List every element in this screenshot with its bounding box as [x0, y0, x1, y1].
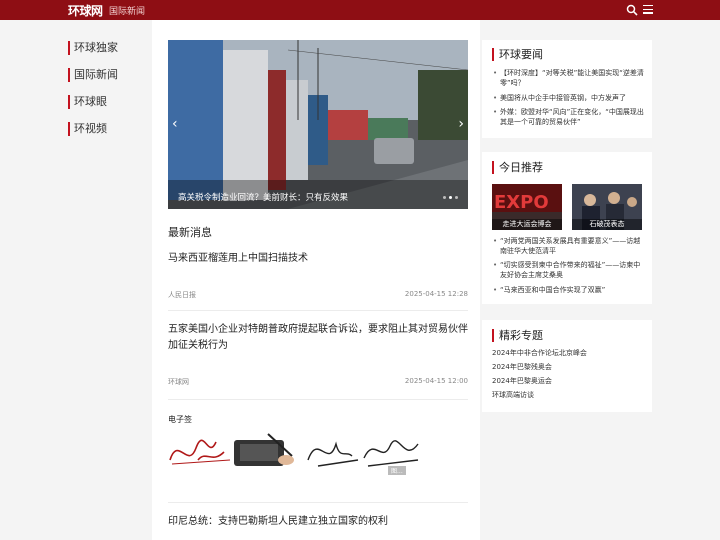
news-date: 2025-04-15 12:00 — [404, 377, 468, 385]
news-item[interactable]: 马来西亚榴莲用上中国扫描技术 — [168, 251, 468, 267]
recommend-card: 今日推荐 EXPO 走进大运会博会 石破茂表态 “对两党两国关系发展具有重要意义… — [482, 152, 652, 304]
news-title[interactable]: 五家美国小企业对特朗普政府提起联合诉讼，要求阻止其对贸易伙伴加征关税行为 — [168, 322, 468, 354]
news-title[interactable]: 马来西亚榴莲用上中国扫描技术 — [168, 251, 468, 267]
nav-item-exclusive[interactable]: 环球独家 — [68, 41, 118, 55]
hot-news-title: 环球要闻 — [492, 48, 543, 61]
thumb-caption[interactable]: 石破茂表态 — [572, 219, 642, 230]
hot-news-item[interactable]: 外媒：欧盟对华“风向”正在变化，“中国展现出其是一个可靠的贸易伙伴” — [492, 107, 644, 127]
news-source: 环球网 — [168, 378, 189, 386]
headline-slider[interactable]: ‹ › 高关税令制造业回流？美前财长：只有反效果 — [168, 40, 468, 209]
nav-item-global-eye[interactable]: 环球眼 — [68, 95, 107, 109]
recommend-item[interactable]: “对两党两国关系发展具有重要意义”——访越南驻华大使范清平 — [492, 236, 644, 256]
special-topic-item[interactable]: 环球高端访谈 — [492, 390, 534, 400]
slider-dot[interactable] — [443, 196, 446, 199]
nav-item-video[interactable]: 环视频 — [68, 122, 107, 136]
svg-text:EXPO: EXPO — [494, 192, 549, 213]
hot-news-card: 环球要闻 【环时深度】“对等关税”能让美国实现“逆差清零”吗？ 美国将从中企手中… — [482, 40, 652, 138]
news-date: 2025-04-15 12:28 — [404, 290, 468, 298]
site-logo[interactable]: 环球网 — [68, 2, 103, 19]
special-topic-item[interactable]: 2024年巴黎奥运会 — [492, 376, 552, 386]
slide-photo — [168, 40, 468, 209]
search-icon[interactable] — [626, 4, 638, 16]
top-bar: 环球网 国际新闻 — [0, 0, 720, 20]
divider — [168, 502, 468, 503]
slider-dots[interactable] — [443, 196, 458, 199]
esig-images[interactable] — [168, 430, 420, 474]
special-topics-title: 精彩专题 — [492, 329, 543, 342]
slider-next-icon[interactable]: › — [458, 116, 464, 132]
section-label[interactable]: 国际新闻 — [109, 4, 145, 17]
slider-prev-icon[interactable]: ‹ — [172, 116, 178, 132]
recommend-thumb[interactable]: 石破茂表态 — [572, 184, 642, 230]
special-topic-item[interactable]: 2024年巴黎残奥会 — [492, 362, 552, 372]
news-meta: 人民日报 2025-04-15 12:28 — [168, 290, 468, 300]
menu-icon[interactable] — [643, 5, 653, 15]
recommend-thumb[interactable]: EXPO 走进大运会博会 — [492, 184, 562, 230]
main-column: ‹ › 高关税令制造业回流？美前财长：只有反效果 最新消息 马来西亚榴莲用上中国… — [152, 20, 480, 540]
thumb-caption[interactable]: 走进大运会博会 — [492, 219, 562, 230]
recommend-item[interactable]: “马来西亚和中国合作实现了双赢” — [492, 285, 644, 295]
latest-news-heading: 最新消息 — [168, 226, 212, 239]
special-topics-card: 精彩专题 2024年中非合作论坛北京峰会 2024年巴黎残奥会 2024年巴黎奥… — [482, 320, 652, 412]
left-nav: 环球独家 国际新闻 环球眼 环视频 — [0, 20, 152, 540]
divider — [168, 399, 468, 400]
recommend-item[interactable]: “切实感受到柬中合作带来的福祉”——访柬中友好协会主席艾桑奥 — [492, 260, 644, 280]
slider-dot[interactable] — [455, 196, 458, 199]
nav-item-world-news[interactable]: 国际新闻 — [68, 68, 118, 82]
news-meta: 环球网 2025-04-15 12:00 — [168, 377, 468, 387]
slide-caption[interactable]: 高关税令制造业回流？美前财长：只有反效果 — [178, 191, 348, 203]
hot-news-item[interactable]: 美国将从中企手中接管英钢，中方发声了 — [492, 93, 644, 103]
news-item[interactable]: 五家美国小企业对特朗普政府提起联合诉讼，要求阻止其对贸易伙伴加征关税行为 — [168, 322, 468, 354]
news-title[interactable]: 印尼总统：支持巴勒斯坦人民建立独立国家的权利 — [168, 514, 468, 530]
news-source: 人民日报 — [168, 291, 196, 299]
hot-news-item[interactable]: 【环时深度】“对等关税”能让美国实现“逆差清零”吗？ — [492, 68, 644, 88]
recommend-title: 今日推荐 — [492, 161, 543, 174]
special-topic-item[interactable]: 2024年中非合作论坛北京峰会 — [492, 348, 587, 358]
esig-heading[interactable]: 电子签 — [168, 414, 192, 425]
news-item[interactable]: 印尼总统：支持巴勒斯坦人民建立独立国家的权利 — [168, 514, 468, 530]
image-watermark: 图... — [388, 466, 406, 475]
slider-dot-active[interactable] — [449, 196, 452, 199]
divider — [168, 310, 468, 311]
